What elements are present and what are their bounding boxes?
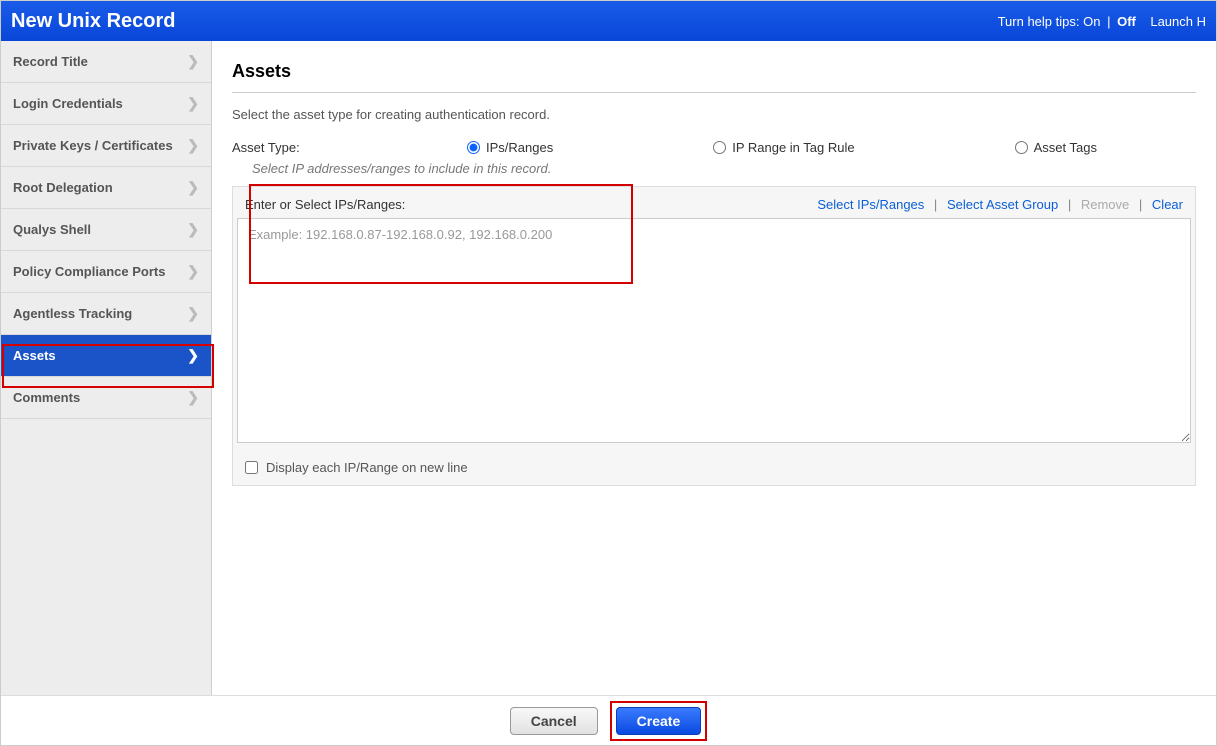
header-right: Turn help tips: On | Off Launch H (998, 14, 1206, 29)
footer: Cancel Create (1, 695, 1216, 745)
enter-ips-label: Enter or Select IPs/Ranges: (245, 197, 405, 212)
sidebar-item-comments[interactable]: Comments ❯ (1, 377, 211, 419)
sidebar-item-login-credentials[interactable]: Login Credentials ❯ (1, 83, 211, 125)
chevron-right-icon: ❯ (187, 347, 199, 364)
radio-label: IPs/Ranges (486, 140, 553, 155)
chevron-right-icon: ❯ (187, 95, 199, 112)
sidebar-item-label: Policy Compliance Ports (13, 264, 165, 279)
sidebar-item-label: Agentless Tracking (13, 306, 132, 321)
sidebar-item-record-title[interactable]: Record Title ❯ (1, 41, 211, 83)
radio-ips-ranges[interactable]: IPs/Ranges (467, 140, 553, 155)
main-panel: Assets Select the asset type for creatin… (212, 41, 1216, 695)
help-tips-off[interactable]: Off (1117, 14, 1136, 29)
help-tips-on[interactable]: On (1083, 14, 1100, 29)
help-tips-label: Turn help tips: (998, 14, 1080, 29)
window-title: New Unix Record (11, 10, 175, 33)
chevron-right-icon: ❯ (187, 137, 199, 154)
sidebar-item-qualys-shell[interactable]: Qualys Shell ❯ (1, 209, 211, 251)
asset-type-label: Asset Type: (232, 140, 467, 155)
sidebar-item-label: Qualys Shell (13, 222, 91, 237)
page-title: Assets (232, 61, 1196, 82)
ip-action-links: Select IPs/Ranges | Select Asset Group |… (817, 197, 1183, 212)
sidebar-item-label: Record Title (13, 54, 88, 69)
cancel-button[interactable]: Cancel (510, 707, 598, 735)
chevron-right-icon: ❯ (187, 221, 199, 238)
select-asset-group-link[interactable]: Select Asset Group (947, 197, 1058, 212)
select-ips-link[interactable]: Select IPs/Ranges (817, 197, 924, 212)
radio-asset-tags-input[interactable] (1015, 141, 1028, 154)
radio-label: IP Range in Tag Rule (732, 140, 854, 155)
sidebar-item-private-keys[interactable]: Private Keys / Certificates ❯ (1, 125, 211, 167)
sidebar-item-policy-compliance[interactable]: Policy Compliance Ports ❯ (1, 251, 211, 293)
header-bar: New Unix Record Turn help tips: On | Off… (1, 1, 1216, 41)
chevron-right-icon: ❯ (187, 305, 199, 322)
sidebar-item-label: Comments (13, 390, 80, 405)
launch-help-link[interactable]: Launch H (1150, 14, 1206, 29)
radio-tag-rule-input[interactable] (713, 141, 726, 154)
divider (232, 92, 1196, 93)
remove-link: Remove (1081, 197, 1129, 212)
highlight-box: Create (610, 701, 708, 741)
asset-type-hint: Select IP addresses/ranges to include in… (252, 161, 1196, 176)
chevron-right-icon: ❯ (187, 179, 199, 196)
sidebar-item-agentless-tracking[interactable]: Agentless Tracking ❯ (1, 293, 211, 335)
clear-link[interactable]: Clear (1152, 197, 1183, 212)
sidebar-item-label: Login Credentials (13, 96, 123, 111)
chevron-right-icon: ❯ (187, 263, 199, 280)
radio-asset-tags[interactable]: Asset Tags (1015, 140, 1097, 155)
page-intro: Select the asset type for creating authe… (232, 107, 1196, 122)
chevron-right-icon: ❯ (187, 53, 199, 70)
sidebar-item-label: Assets (13, 348, 56, 363)
display-each-label: Display each IP/Range on new line (266, 460, 468, 475)
sidebar-item-label: Private Keys / Certificates (13, 138, 173, 153)
ips-textarea[interactable] (237, 218, 1191, 443)
chevron-right-icon: ❯ (187, 389, 199, 406)
sidebar-item-assets[interactable]: Assets ❯ (1, 335, 211, 377)
radio-ips-ranges-input[interactable] (467, 141, 480, 154)
create-button[interactable]: Create (616, 707, 702, 735)
display-each-checkbox[interactable] (245, 461, 258, 474)
radio-label: Asset Tags (1034, 140, 1097, 155)
radio-ip-range-tag-rule[interactable]: IP Range in Tag Rule (713, 140, 854, 155)
sidebar-item-root-delegation[interactable]: Root Delegation ❯ (1, 167, 211, 209)
sidebar: Record Title ❯ Login Credentials ❯ Priva… (1, 41, 212, 695)
sidebar-item-label: Root Delegation (13, 180, 113, 195)
ip-section: Enter or Select IPs/Ranges: Select IPs/R… (232, 186, 1196, 486)
